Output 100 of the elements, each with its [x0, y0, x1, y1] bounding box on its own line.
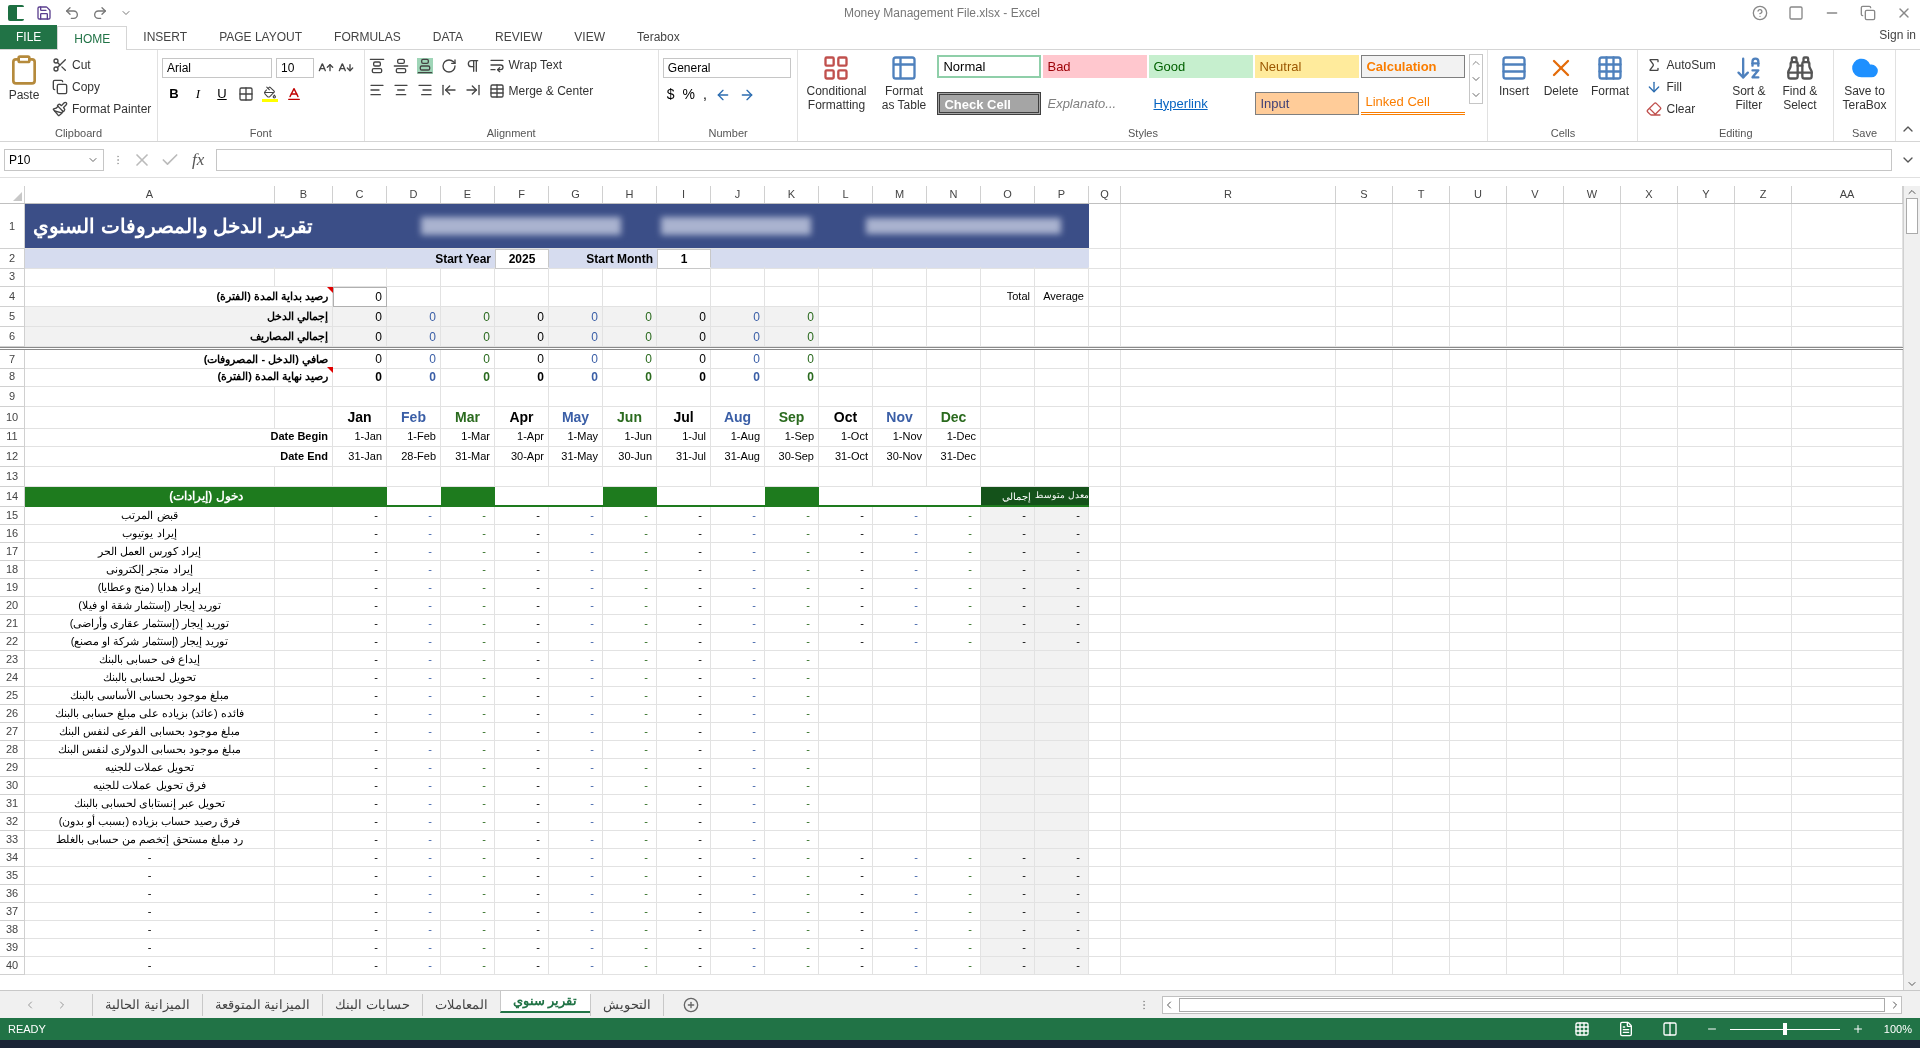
- column-header[interactable]: P: [1035, 186, 1089, 203]
- cut-button[interactable]: Cut: [48, 54, 156, 76]
- name-box[interactable]: P10: [4, 148, 104, 171]
- increase-indent-icon[interactable]: [464, 82, 481, 98]
- column-header[interactable]: V: [1507, 186, 1564, 203]
- save-to-terabox-button[interactable]: Save to TeraBox: [1838, 54, 1891, 125]
- ribbon-tab[interactable]: INSERT: [127, 25, 204, 49]
- column-header[interactable]: H: [603, 186, 657, 203]
- font-size-field[interactable]: 10: [276, 58, 314, 78]
- restore-icon[interactable]: [1860, 5, 1876, 21]
- column-header[interactable]: W: [1564, 186, 1621, 203]
- ribbon-tab[interactable]: HOME: [57, 26, 128, 50]
- scrollbar-thumb[interactable]: [1906, 198, 1918, 234]
- wrap-text-button[interactable]: Wrap Text: [484, 54, 598, 76]
- column-header[interactable]: E: [441, 186, 495, 203]
- align-left-icon[interactable]: [368, 82, 385, 98]
- copy-button[interactable]: Copy: [48, 76, 156, 98]
- column-header[interactable]: R: [1121, 186, 1336, 203]
- column-header[interactable]: O: [981, 186, 1035, 203]
- align-bottom-icon[interactable]: [416, 58, 433, 74]
- start-year-value[interactable]: 2025: [495, 249, 549, 269]
- cell-style[interactable]: Neutral: [1255, 55, 1360, 78]
- fill-color-icon[interactable]: [262, 85, 278, 102]
- column-header[interactable]: C: [333, 186, 387, 203]
- column-header[interactable]: M: [873, 186, 927, 203]
- balance-input[interactable]: 0: [333, 287, 387, 307]
- cell-style[interactable]: Explanato...: [1043, 92, 1148, 115]
- column-header[interactable]: D: [387, 186, 441, 203]
- formula-input[interactable]: [216, 148, 1892, 171]
- column-header[interactable]: Z: [1735, 186, 1792, 203]
- sheet-tab[interactable]: الميزانية المتوقعة: [201, 993, 323, 1016]
- ribbon-tab[interactable]: REVIEW: [479, 25, 559, 49]
- column-header[interactable]: Q: [1089, 186, 1121, 203]
- conditional-formatting-button[interactable]: Conditional Formatting: [802, 54, 871, 125]
- horizontal-scrollbar[interactable]: [1162, 995, 1902, 1014]
- autosum-button[interactable]: AutoSum: [1642, 54, 1720, 76]
- format-as-table-button[interactable]: Format as Table: [874, 54, 934, 125]
- cell-style[interactable]: Good: [1149, 55, 1254, 78]
- column-header[interactable]: S: [1336, 186, 1393, 203]
- undo-icon[interactable]: [64, 5, 80, 21]
- bold-button[interactable]: B: [166, 84, 182, 104]
- zoom-slider[interactable]: [1729, 1023, 1840, 1035]
- clear-button[interactable]: Clear: [1642, 98, 1720, 120]
- cell-style[interactable]: Bad: [1043, 55, 1148, 78]
- cell-style[interactable]: Normal: [937, 55, 1042, 78]
- ribbon-tab[interactable]: FILE: [0, 25, 58, 49]
- column-header[interactable]: I: [657, 186, 711, 203]
- comma-button[interactable]: ,: [703, 84, 707, 105]
- column-header[interactable]: K: [765, 186, 819, 203]
- format-painter-button[interactable]: Format Painter: [48, 98, 156, 120]
- orientation-icon[interactable]: [440, 58, 457, 74]
- borders-icon[interactable]: [238, 85, 254, 102]
- column-header[interactable]: B: [275, 186, 333, 203]
- align-center-icon[interactable]: [392, 82, 409, 98]
- percent-button[interactable]: %: [682, 84, 696, 105]
- currency-button[interactable]: $: [666, 84, 675, 105]
- column-header[interactable]: L: [819, 186, 873, 203]
- column-header[interactable]: G: [549, 186, 603, 203]
- delete-button[interactable]: Delete: [1539, 54, 1583, 125]
- underline-button[interactable]: U: [214, 84, 230, 104]
- start-month-value[interactable]: 1: [657, 249, 711, 269]
- paste-button[interactable]: Paste: [4, 54, 44, 125]
- number-format-field[interactable]: General: [662, 58, 791, 78]
- align-right-icon[interactable]: [416, 82, 433, 98]
- align-top-icon[interactable]: [368, 58, 385, 74]
- italic-button[interactable]: I: [190, 84, 206, 104]
- sign-in-link[interactable]: Sign in: [1879, 26, 1916, 44]
- save-icon[interactable]: [36, 5, 52, 21]
- align-middle-icon[interactable]: [392, 58, 409, 74]
- column-header[interactable]: Y: [1678, 186, 1735, 203]
- column-header[interactable]: A: [25, 186, 275, 203]
- column-header[interactable]: F: [495, 186, 549, 203]
- normal-view-icon[interactable]: [1573, 1021, 1590, 1037]
- insert-function-button[interactable]: fx: [188, 146, 209, 173]
- column-header[interactable]: J: [711, 186, 765, 203]
- ribbon-tab[interactable]: Terabox: [621, 25, 696, 49]
- merge-center-button[interactable]: Merge & Center: [484, 80, 598, 102]
- ribbon-tab[interactable]: FORMULAS: [318, 25, 417, 49]
- column-header[interactable]: U: [1450, 186, 1507, 203]
- page-break-view-icon[interactable]: [1661, 1021, 1678, 1037]
- column-header[interactable]: X: [1621, 186, 1678, 203]
- redo-icon[interactable]: [92, 5, 108, 21]
- column-header[interactable]: T: [1393, 186, 1450, 203]
- zoom-in-icon[interactable]: [1851, 1023, 1864, 1035]
- find-select-button[interactable]: Find & Select: [1777, 54, 1822, 125]
- decrease-indent-icon[interactable]: [440, 82, 457, 98]
- font-name-field[interactable]: Arial: [162, 58, 272, 78]
- sheet-tab[interactable]: المعاملات: [421, 993, 500, 1016]
- ribbon-display-icon[interactable]: [1788, 5, 1804, 21]
- ribbon-tab[interactable]: VIEW: [558, 25, 621, 49]
- page-layout-view-icon[interactable]: [1617, 1021, 1634, 1037]
- sheet-tab[interactable]: حسابات البنك: [322, 993, 422, 1016]
- help-icon[interactable]: [1752, 5, 1768, 21]
- fill-button[interactable]: Fill: [1642, 76, 1720, 98]
- cell-style[interactable]: Input: [1255, 92, 1360, 115]
- insert-button[interactable]: Insert: [1492, 54, 1536, 125]
- column-header[interactable]: N: [927, 186, 981, 203]
- sheet-tab[interactable]: الميزانية الحالية: [92, 993, 202, 1016]
- ribbon-tab[interactable]: PAGE LAYOUT: [203, 25, 319, 49]
- font-color-icon[interactable]: [286, 85, 302, 102]
